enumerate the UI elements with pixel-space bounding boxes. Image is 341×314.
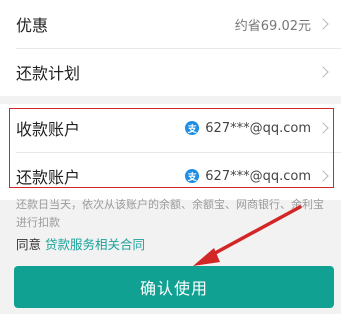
- repay-account-row[interactable]: 还款账户 支 627***@qq.com: [0, 152, 341, 200]
- discount-value: 约省69.02元: [234, 18, 311, 34]
- chevron-right-icon: [317, 18, 329, 30]
- contract-link[interactable]: 贷款服务相关合同: [45, 237, 145, 252]
- alipay-icon: 支: [185, 169, 200, 183]
- agreement-prefix: 同意: [16, 237, 42, 252]
- repay-account-value: 支 627***@qq.com: [185, 169, 311, 184]
- agreement-line: 同意 贷款服务相关合同: [16, 234, 145, 253]
- alipay-icon: 支: [185, 121, 200, 135]
- account-group: 收款账户 支 627***@qq.com 还款账户 支 627***@qq.co…: [0, 104, 341, 200]
- deduction-note: 还款日当天，依次从该账户的余额、余额宝、网商银行、余利宝进行扣款: [16, 198, 324, 229]
- repayment-plan-label: 还款计划: [16, 64, 81, 83]
- chevron-right-icon: [317, 170, 329, 182]
- repay-account-text: 627***@qq.com: [205, 168, 311, 184]
- receive-account-text: 627***@qq.com: [205, 120, 311, 136]
- discount-row[interactable]: 优惠 约省69.02元: [0, 0, 341, 48]
- receive-account-row[interactable]: 收款账户 支 627***@qq.com: [0, 104, 341, 152]
- chevron-right-icon: [317, 66, 329, 78]
- repayment-plan-row[interactable]: 还款计划: [0, 48, 341, 96]
- discount-label: 优惠: [16, 16, 49, 35]
- receive-account-label: 收款账户: [16, 120, 81, 139]
- repay-account-label: 还款账户: [16, 168, 81, 187]
- receive-account-value: 支 627***@qq.com: [185, 121, 311, 136]
- chevron-right-icon: [317, 122, 329, 134]
- confirm-button[interactable]: 确认使用: [14, 266, 334, 308]
- summary-group: 优惠 约省69.02元 还款计划: [0, 0, 341, 96]
